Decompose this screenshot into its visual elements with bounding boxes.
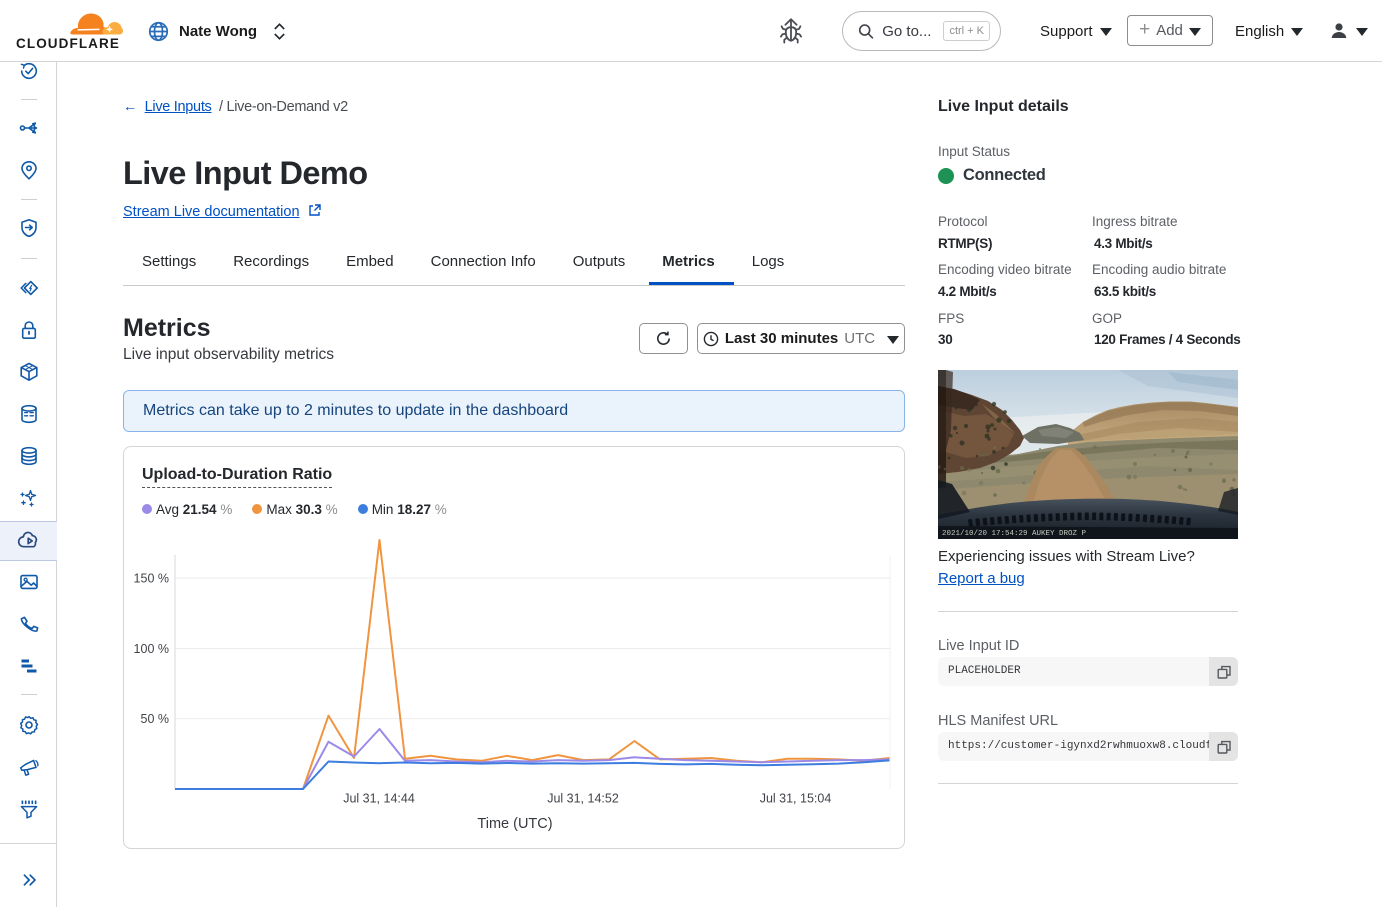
- svg-text:Jul 31, 14:52: Jul 31, 14:52: [547, 792, 619, 806]
- svg-text:2021/10/20 17:54:29 AUKEY DROZ: 2021/10/20 17:54:29 AUKEY DROZ P: [942, 530, 1087, 538]
- svg-text:150 %: 150 %: [134, 572, 169, 586]
- svg-text:Jul 31, 14:44: Jul 31, 14:44: [343, 792, 415, 806]
- svg-text:Time (UTC): Time (UTC): [477, 816, 552, 832]
- svg-text:100 %: 100 %: [134, 642, 169, 656]
- svg-text:Jul 31, 15:04: Jul 31, 15:04: [760, 792, 832, 806]
- svg-text:50 %: 50 %: [141, 712, 170, 726]
